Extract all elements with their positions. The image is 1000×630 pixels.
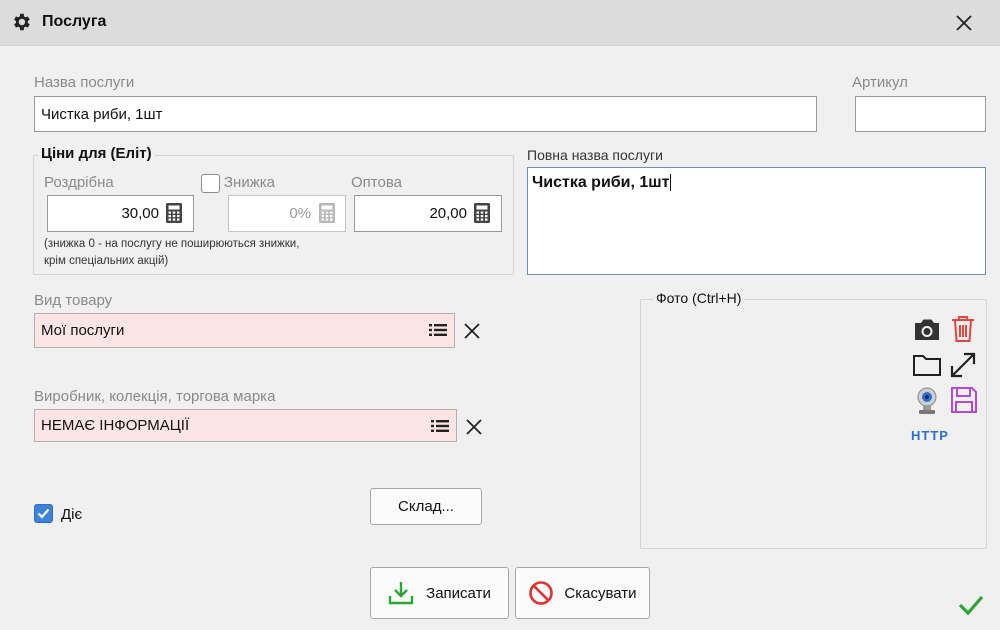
cancel-icon [529,581,554,605]
expand-icon[interactable] [948,350,978,380]
calculator-icon-disabled [319,203,335,223]
save-button-label: Записати [426,584,491,602]
retail-price-label: Роздрібна [44,174,114,191]
name-label: Назва послуги [34,74,135,91]
discount-note-line2: крім спеціальних акцій) [44,255,169,267]
discount-checkbox[interactable] [201,174,220,193]
delete-icon[interactable] [950,314,976,344]
calculator-icon[interactable] [473,202,491,224]
full-name-text: Чистка риби, 1шт [532,174,670,191]
gear-icon [14,13,30,31]
full-name-label: Повна назва послуги [527,147,663,163]
cancel-button-label: Скасувати [564,584,637,602]
window-title: Послуга [42,13,107,30]
close-icon[interactable] [952,11,976,35]
list-icon[interactable] [431,419,449,433]
name-input[interactable]: Чистка риби, 1шт [34,96,817,132]
warehouse-button[interactable]: Склад... [370,488,482,525]
active-label: Діє [61,506,83,523]
save-button[interactable]: Записати [370,567,509,619]
photo-legend: Фото (Ctrl+H) [653,290,745,306]
list-icon[interactable] [429,323,447,337]
prices-legend: Ціни для (Еліт) [38,145,155,162]
check-icon [37,508,50,519]
clear-manufacturer-icon[interactable] [465,418,483,436]
title-bar [0,0,1000,46]
manufacturer-label: Виробник, колекція, торгова марка [34,388,276,405]
text-cursor: ​ [670,174,672,191]
clear-product-type-icon[interactable] [463,322,481,340]
folder-icon[interactable] [912,352,942,378]
product-type-field[interactable]: Мої послуги [34,313,455,348]
cancel-button[interactable]: Скасувати [515,567,650,619]
wholesale-price-label: Оптова [351,174,402,191]
webcam-icon[interactable] [914,386,940,416]
download-icon [388,582,414,605]
status-check-icon [958,595,984,616]
active-checkbox[interactable] [34,504,53,523]
article-label: Артикул [852,74,908,91]
product-type-label: Вид товару [34,292,113,309]
camera-icon[interactable] [912,316,942,344]
full-name-textarea[interactable]: Чистка риби, 1шт​ [527,167,986,275]
discount-label: Знижка [224,174,275,191]
discount-note-line1: (знижка 0 - на послугу не поширюються зн… [44,238,300,250]
calculator-icon[interactable] [165,202,183,224]
http-link-icon[interactable]: http [911,428,949,443]
article-input[interactable] [855,96,986,132]
manufacturer-field[interactable]: НЕМАЄ ІНФОРМАЦІЇ [34,409,457,442]
save-photo-icon[interactable] [950,386,978,414]
